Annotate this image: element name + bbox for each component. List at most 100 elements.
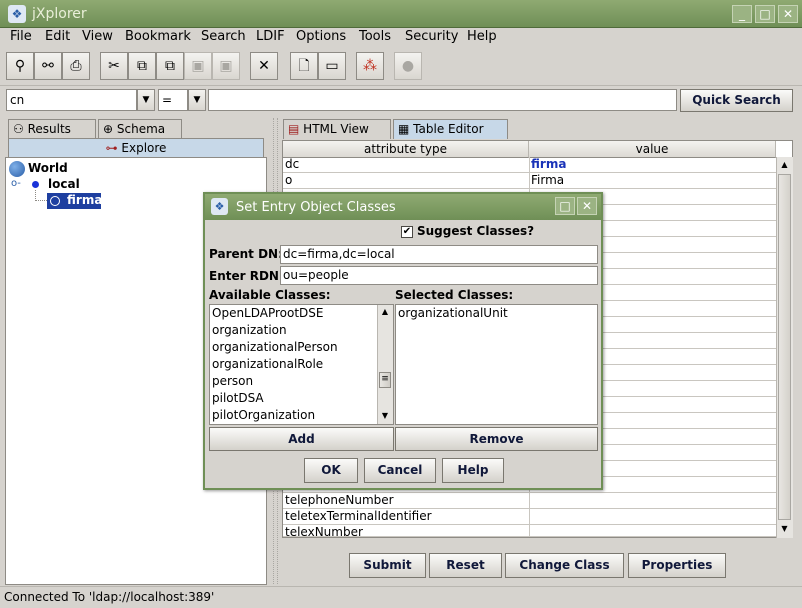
suggest-classes-label: Suggest Classes? (417, 224, 535, 238)
connect-icon[interactable]: ⚲ (6, 52, 34, 80)
search-operator-combo[interactable]: = (158, 89, 188, 111)
available-classes-list: OpenLDAProotDSE organization organizatio… (209, 304, 394, 425)
menu-file[interactable]: File (10, 29, 32, 44)
delete-icon[interactable]: ✕ (250, 52, 278, 80)
rdn-field[interactable]: ou=people (280, 266, 598, 285)
chevron-down-icon[interactable]: ▼ (188, 89, 206, 111)
scroll-thumb[interactable] (778, 174, 791, 520)
table-row[interactable]: telexNumber (283, 525, 776, 537)
selected-classes-label: Selected Classes: (395, 288, 514, 302)
node-icon (50, 196, 60, 206)
table-icon: ▦ (398, 122, 410, 136)
scroll-down-icon[interactable]: ▼ (777, 522, 792, 536)
set-object-classes-dialog: ❖ Set Entry Object Classes □ ✕ ✔ Suggest… (203, 192, 603, 490)
tab-table-editor[interactable]: ▦ Table Editor (393, 119, 508, 139)
refresh-icon[interactable]: ⁂ (356, 52, 384, 80)
cancel-button[interactable]: Cancel (364, 458, 436, 483)
close-button[interactable]: ✕ (577, 197, 597, 215)
list-item[interactable]: person (210, 373, 393, 390)
title-bar (0, 0, 802, 28)
schema-icon: ⊕ (103, 122, 114, 136)
print-icon[interactable]: ⎙ (62, 52, 90, 80)
parent-dn-label: Parent DN: (209, 247, 283, 261)
scroll-down-icon[interactable]: ▼ (378, 410, 392, 422)
minimize-button[interactable]: _ (732, 5, 752, 23)
scroll-thumb[interactable]: ≡ (379, 372, 391, 388)
available-classes-label: Available Classes: (209, 288, 331, 302)
suggest-classes-checkbox[interactable]: ✔ (401, 226, 413, 238)
submit-button[interactable]: Submit (349, 553, 426, 578)
binoculars-icon: ⚇ (13, 122, 24, 136)
app-logo-icon: ❖ (211, 198, 228, 215)
help-button[interactable]: Help (442, 458, 504, 483)
quick-search-button[interactable]: Quick Search (680, 89, 793, 112)
column-header-value[interactable]: value (529, 141, 776, 158)
list-item[interactable]: organizationalPerson (210, 339, 393, 356)
cut-icon[interactable]: ✂ (100, 52, 128, 80)
table-row[interactable]: o Firma (283, 173, 776, 189)
list-item[interactable]: OpenLDAProotDSE (210, 305, 393, 322)
tab-explore[interactable]: ⊶ Explore (8, 138, 264, 157)
new-entry-icon[interactable]: 🗋 (290, 52, 318, 80)
maximize-button[interactable]: □ (755, 5, 775, 23)
app-logo-icon: ❖ (8, 5, 26, 23)
copy-icon[interactable]: ⧉ (128, 52, 156, 80)
list-item[interactable]: organizationalUnit (396, 305, 597, 322)
expand-handle-icon[interactable]: o- (11, 178, 21, 189)
list-item[interactable]: pilotOrganization (210, 407, 393, 424)
table-row[interactable]: dc firma (283, 157, 776, 173)
copy-dn-icon[interactable]: ⧉ (156, 52, 184, 80)
menu-options[interactable]: Options (296, 29, 346, 44)
add-class-button[interactable]: Add (209, 427, 394, 451)
tab-html-view[interactable]: ▤ HTML View (283, 119, 391, 139)
tab-schema[interactable]: ⊕ Schema (98, 119, 182, 139)
table-row[interactable]: telephoneNumber (283, 493, 776, 509)
ok-button[interactable]: OK (304, 458, 358, 483)
menu-security[interactable]: Security (405, 29, 458, 44)
paste-icon[interactable]: ▣ (184, 52, 212, 80)
selected-classes-list: organizationalUnit (395, 304, 598, 425)
scroll-up-icon[interactable]: ▲ (777, 158, 792, 172)
menu-help[interactable]: Help (467, 29, 497, 44)
parent-dn-field[interactable]: dc=firma,dc=local (280, 245, 598, 264)
html-icon: ▤ (288, 122, 300, 136)
list-item[interactable]: pilotDSA (210, 390, 393, 407)
list-item[interactable]: organization (210, 322, 393, 339)
change-class-button[interactable]: Change Class (505, 553, 624, 578)
globe-icon (9, 161, 25, 177)
menu-bookmark[interactable]: Bookmark (125, 29, 191, 44)
list-item[interactable]: organizationalRole (210, 356, 393, 373)
window-title: jXplorer (32, 6, 87, 22)
tree-node-local[interactable]: local (48, 177, 80, 191)
menu-view[interactable]: View (82, 29, 113, 44)
stop-icon[interactable]: ● (394, 52, 422, 80)
rdn-label: Enter RDN: (209, 269, 284, 283)
menu-edit[interactable]: Edit (45, 29, 70, 44)
disconnect-icon[interactable]: ⚯ (34, 52, 62, 80)
menu-ldif[interactable]: LDIF (256, 29, 285, 44)
menu-tools[interactable]: Tools (359, 29, 391, 44)
menu-bar (0, 28, 802, 48)
tree-node-world[interactable]: World (28, 161, 68, 175)
table-row[interactable]: teletexTerminalIdentifier (283, 509, 776, 525)
status-bar: Connected To 'ldap://localhost:389' (0, 586, 802, 608)
search-attribute-combo[interactable]: cn (6, 89, 137, 111)
available-list-scrollbar[interactable] (377, 305, 393, 424)
rename-icon[interactable]: ▭ (318, 52, 346, 80)
remove-class-button[interactable]: Remove (395, 427, 598, 451)
tree-icon: ⊶ (105, 141, 118, 155)
close-button[interactable]: ✕ (778, 5, 798, 23)
tree-node-firma: firma (67, 193, 103, 207)
chevron-down-icon[interactable]: ▼ (137, 89, 155, 111)
search-input[interactable] (208, 89, 677, 111)
tree-connector (35, 200, 47, 201)
node-icon (32, 181, 39, 188)
tab-results[interactable]: ⚇ Results (8, 119, 96, 139)
maximize-button[interactable]: □ (555, 197, 575, 215)
menu-search[interactable]: Search (201, 29, 246, 44)
scroll-up-icon[interactable]: ▲ (378, 306, 392, 318)
properties-button[interactable]: Properties (628, 553, 726, 578)
paste-alias-icon[interactable]: ▣ (212, 52, 240, 80)
column-header-attribute[interactable]: attribute type (283, 141, 529, 158)
reset-button[interactable]: Reset (429, 553, 502, 578)
